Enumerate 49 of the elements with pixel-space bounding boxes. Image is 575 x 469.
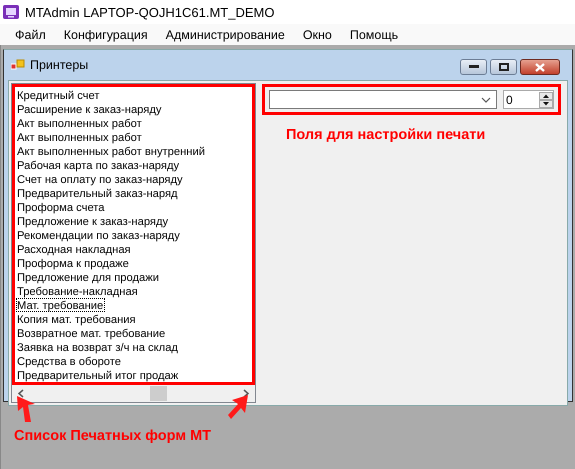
- list-item[interactable]: Заявка на возврат з/ч на склад: [16, 340, 180, 354]
- list-item[interactable]: Предварительный итог продаж: [16, 368, 180, 382]
- list-item[interactable]: Копия мат. требования: [16, 312, 138, 326]
- spinner-value: 0: [506, 92, 513, 106]
- list-item[interactable]: Акт выполненных работ внутренний: [16, 144, 207, 158]
- dropdown-field[interactable]: [269, 90, 497, 109]
- annotation-label: Поля для настройки печати: [286, 127, 486, 143]
- list-item[interactable]: Кредитный счет: [16, 88, 102, 102]
- close-icon: [535, 62, 545, 72]
- scroll-left-icon: [17, 389, 24, 398]
- list-item[interactable]: Акт выполненных работ: [16, 116, 144, 130]
- menu-item[interactable]: Помощь: [340, 26, 408, 44]
- list-item[interactable]: Проформа к продаже: [16, 256, 131, 270]
- app-icon: [3, 4, 19, 20]
- scroll-thumb[interactable]: [150, 386, 167, 401]
- minimize-button[interactable]: [460, 59, 487, 75]
- list-item[interactable]: Средства в обороте: [16, 354, 123, 368]
- list-item[interactable]: Предложение для продажи: [16, 270, 161, 284]
- list-item[interactable]: Расширение к заказ-наряду: [16, 102, 164, 116]
- menu-item[interactable]: Администрирование: [156, 26, 294, 44]
- number-spinner[interactable]: 0: [503, 90, 554, 109]
- list-item[interactable]: Счет на оплату по заказ-наряду: [16, 172, 185, 186]
- horizontal-scrollbar[interactable]: [12, 385, 255, 402]
- menu-item[interactable]: Окно: [294, 26, 341, 44]
- list-item[interactable]: Предложение к заказ-наряду: [16, 214, 170, 228]
- scroll-right-icon: [243, 389, 250, 398]
- list-item[interactable]: Проформа счета: [16, 200, 107, 214]
- chevron-down-icon: [481, 96, 491, 102]
- restore-button[interactable]: [490, 59, 517, 75]
- annotation-label: Список Печатных форм МТ: [14, 428, 212, 444]
- list-item[interactable]: Рабочая карта по заказ-наряду: [16, 158, 182, 172]
- list-item[interactable]: Рекомендации по заказ-наряду: [16, 228, 182, 242]
- list-item[interactable]: Акт выполненных работ: [16, 130, 144, 144]
- spin-down-icon[interactable]: [539, 100, 553, 108]
- spin-up-icon[interactable]: [539, 92, 553, 100]
- arrow-icon: [228, 394, 250, 420]
- list-item[interactable]: Возвратное мат. требование: [16, 326, 168, 340]
- list-item[interactable]: Требование-накладная: [16, 284, 140, 298]
- restore-icon: [498, 63, 508, 71]
- menu-item[interactable]: Конфигурация: [54, 26, 157, 44]
- list-item[interactable]: Мат. требование: [16, 298, 106, 312]
- close-button[interactable]: [520, 59, 560, 75]
- minimize-icon: [468, 65, 478, 69]
- child-window-title: Принтеры: [30, 58, 90, 72]
- arrow-icon: [15, 395, 37, 423]
- menu-item[interactable]: Файл: [6, 26, 55, 44]
- list-item[interactable]: Предварительный заказ-наряд: [16, 186, 180, 200]
- list-item[interactable]: Расходная накладная: [16, 242, 133, 256]
- window-title: MTAdmin LAPTOP-QOJH1C61.MT_DEMO: [25, 4, 274, 20]
